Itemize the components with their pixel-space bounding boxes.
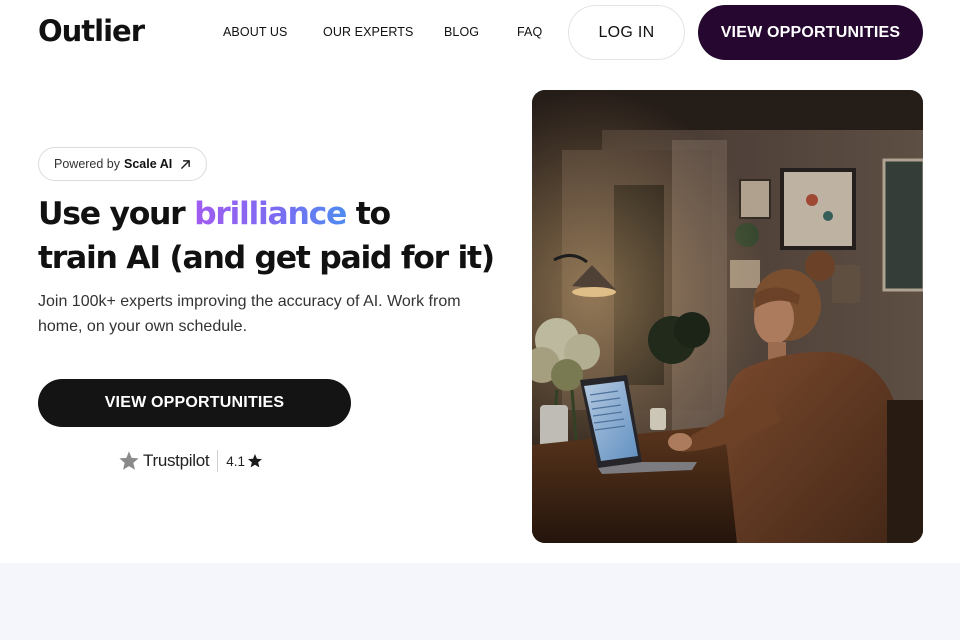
nav-faq[interactable]: FAQ [517, 25, 542, 39]
trustpilot-score: 4.1 [226, 453, 246, 469]
hero-headline: Use your brilliance to train AI (and get… [38, 192, 508, 280]
trustpilot-divider [217, 450, 219, 472]
headline-line2: train AI (and get paid for it) [38, 240, 495, 276]
trustpilot-label: Trustpilot [143, 451, 210, 470]
trustpilot-rating[interactable]: Trustpilot 4.1 [118, 447, 263, 475]
headline-part2: to [346, 196, 391, 232]
nav-blog[interactable]: BLOG [444, 25, 479, 39]
outlier-logo[interactable]: Outlier [38, 14, 145, 48]
pill-prefix: Powered by [54, 157, 121, 171]
next-section-band [0, 563, 960, 640]
powered-by-scale-ai-link[interactable]: Powered by Scale AI [38, 147, 207, 181]
hero-photo [532, 90, 923, 543]
woman-working-on-laptop-photo [532, 90, 923, 543]
trustpilot-star-icon [119, 451, 139, 470]
headline-accent-word: brilliance [194, 196, 347, 232]
pill-brand: Scale AI [124, 157, 173, 171]
login-button[interactable]: LOG IN [568, 5, 685, 60]
header-view-opportunities-button[interactable]: VIEW OPPORTUNITIES [698, 5, 923, 60]
hero-view-opportunities-button[interactable]: VIEW OPPORTUNITIES [38, 379, 351, 427]
rating-star-icon [248, 454, 263, 468]
headline-part1: Use your [38, 196, 195, 232]
site-header: Outlier ABOUT US OUR EXPERTS BLOG FAQ LO… [0, 0, 960, 66]
hero-subtext: Join 100k+ experts improving the accurac… [38, 293, 461, 335]
nav-about-us[interactable]: ABOUT US [223, 25, 287, 39]
nav-our-experts[interactable]: OUR EXPERTS [323, 25, 413, 39]
arrow-up-right-icon [181, 159, 191, 169]
